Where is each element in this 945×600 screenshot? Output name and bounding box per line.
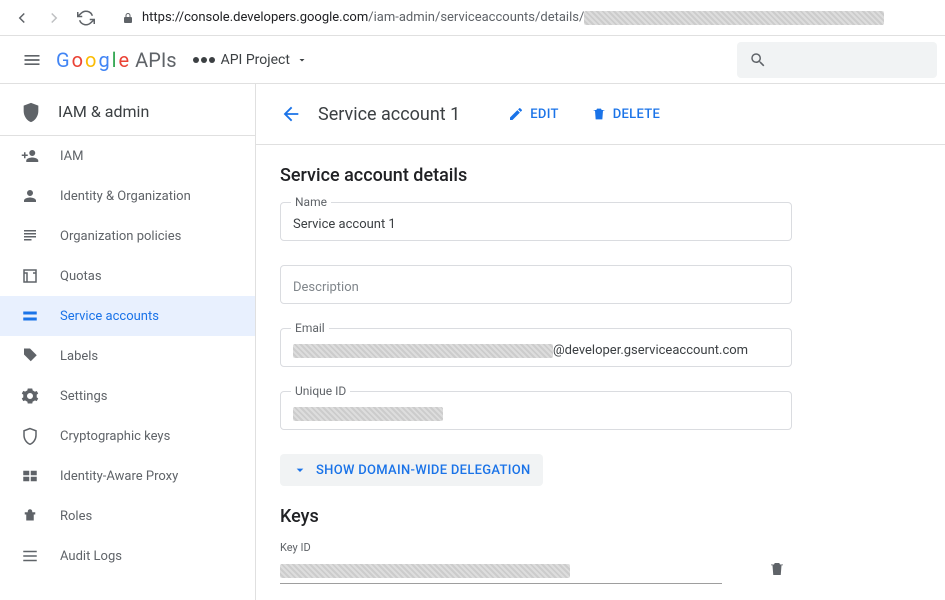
sidebar-item-label: Organization policies	[60, 229, 181, 244]
search-input[interactable]	[737, 42, 937, 78]
sidebar-item-label: IAM	[60, 149, 83, 164]
browser-back-button[interactable]	[8, 4, 36, 32]
menu-button[interactable]	[8, 50, 56, 70]
sidebar-item-quotas[interactable]: Quotas	[0, 256, 255, 296]
shield-icon	[20, 101, 42, 123]
email-label: Email	[291, 321, 329, 335]
browser-url-bar[interactable]: https://console.developers.google.com/ia…	[112, 4, 937, 32]
trash-icon	[768, 560, 786, 578]
delete-key-button[interactable]	[762, 554, 792, 584]
edit-button[interactable]: EDIT	[500, 100, 566, 128]
roles-icon	[20, 507, 40, 525]
google-apis-logo[interactable]: Google APIs	[56, 48, 177, 72]
browser-forward-button[interactable]	[40, 4, 68, 32]
email-value: @developer.gserviceaccount.com	[293, 343, 779, 358]
trash-icon	[591, 106, 607, 122]
project-icon	[193, 57, 215, 63]
sidebar: IAM & admin IAM Identity & Organization …	[0, 84, 256, 600]
page-title: Service account 1	[318, 104, 460, 125]
person-icon	[20, 187, 40, 205]
sidebar-item-label: Quotas	[60, 269, 102, 284]
sidebar-item-label: Settings	[60, 389, 107, 404]
description-placeholder: Description	[293, 280, 779, 295]
quota-icon	[20, 267, 40, 285]
sidebar-item-orgpolicies[interactable]: Organization policies	[0, 216, 255, 256]
delete-button[interactable]: DELETE	[583, 100, 668, 128]
sidebar-header[interactable]: IAM & admin	[0, 88, 255, 136]
doc-icon	[20, 227, 40, 245]
project-picker[interactable]: API Project	[193, 52, 308, 68]
sidebar-item-identity[interactable]: Identity & Organization	[0, 176, 255, 216]
sidebar-item-service-accounts[interactable]: Service accounts	[0, 296, 255, 336]
sidebar-item-label: Audit Logs	[60, 549, 122, 564]
section-title: Service account details	[280, 165, 792, 186]
sidebar-item-crypto-keys[interactable]: Cryptographic keys	[0, 416, 255, 456]
sidebar-title: IAM & admin	[58, 102, 149, 121]
sidebar-item-label: Roles	[60, 509, 92, 524]
keys-title: Keys	[280, 506, 792, 527]
email-field: Email @developer.gserviceaccount.com	[280, 328, 792, 367]
sidebar-item-labels[interactable]: Labels	[0, 336, 255, 376]
key-id-label: Key ID	[280, 541, 722, 554]
name-value: Service account 1	[293, 217, 779, 232]
url-host: https://console.developers.google.com	[142, 10, 368, 25]
url-redacted-id	[584, 11, 884, 25]
lock-icon	[122, 12, 134, 24]
sidebar-item-label: Labels	[60, 349, 98, 364]
gear-icon	[20, 387, 40, 405]
chevron-down-icon	[292, 462, 308, 478]
show-delegation-button[interactable]: SHOW DOMAIN-WIDE DELEGATION	[280, 454, 543, 486]
person-add-icon	[20, 147, 40, 165]
description-field[interactable]: Description	[280, 265, 792, 304]
back-button[interactable]	[280, 103, 302, 125]
pencil-icon	[508, 106, 524, 122]
tag-icon	[20, 347, 40, 365]
chevron-down-icon	[296, 54, 308, 66]
uniqueid-value	[293, 406, 779, 421]
sidebar-item-settings[interactable]: Settings	[0, 376, 255, 416]
list-icon	[20, 547, 40, 565]
shield-outline-icon	[20, 427, 40, 445]
sidebar-item-label: Service accounts	[60, 309, 159, 324]
project-name: API Project	[221, 52, 290, 68]
service-account-icon	[20, 307, 40, 325]
main-content: Service account 1 EDIT DELETE Service ac…	[256, 84, 945, 600]
uniqueid-label: Unique ID	[291, 384, 350, 398]
name-field[interactable]: Name Service account 1	[280, 202, 792, 241]
browser-reload-button[interactable]	[72, 4, 100, 32]
key-id-cell: Key ID	[280, 541, 722, 584]
sidebar-item-audit-logs[interactable]: Audit Logs	[0, 536, 255, 576]
sidebar-item-iam[interactable]: IAM	[0, 136, 255, 176]
sidebar-item-roles[interactable]: Roles	[0, 496, 255, 536]
sidebar-item-label: Identity-Aware Proxy	[60, 469, 178, 484]
sidebar-item-iap[interactable]: Identity-Aware Proxy	[0, 456, 255, 496]
sidebar-item-label: Cryptographic keys	[60, 429, 170, 444]
search-icon	[749, 51, 767, 69]
name-label: Name	[291, 195, 331, 209]
iap-icon	[20, 467, 40, 485]
sidebar-item-label: Identity & Organization	[60, 189, 191, 204]
url-path: /iam-admin/serviceaccounts/details/	[368, 10, 584, 25]
uniqueid-field: Unique ID	[280, 391, 792, 430]
